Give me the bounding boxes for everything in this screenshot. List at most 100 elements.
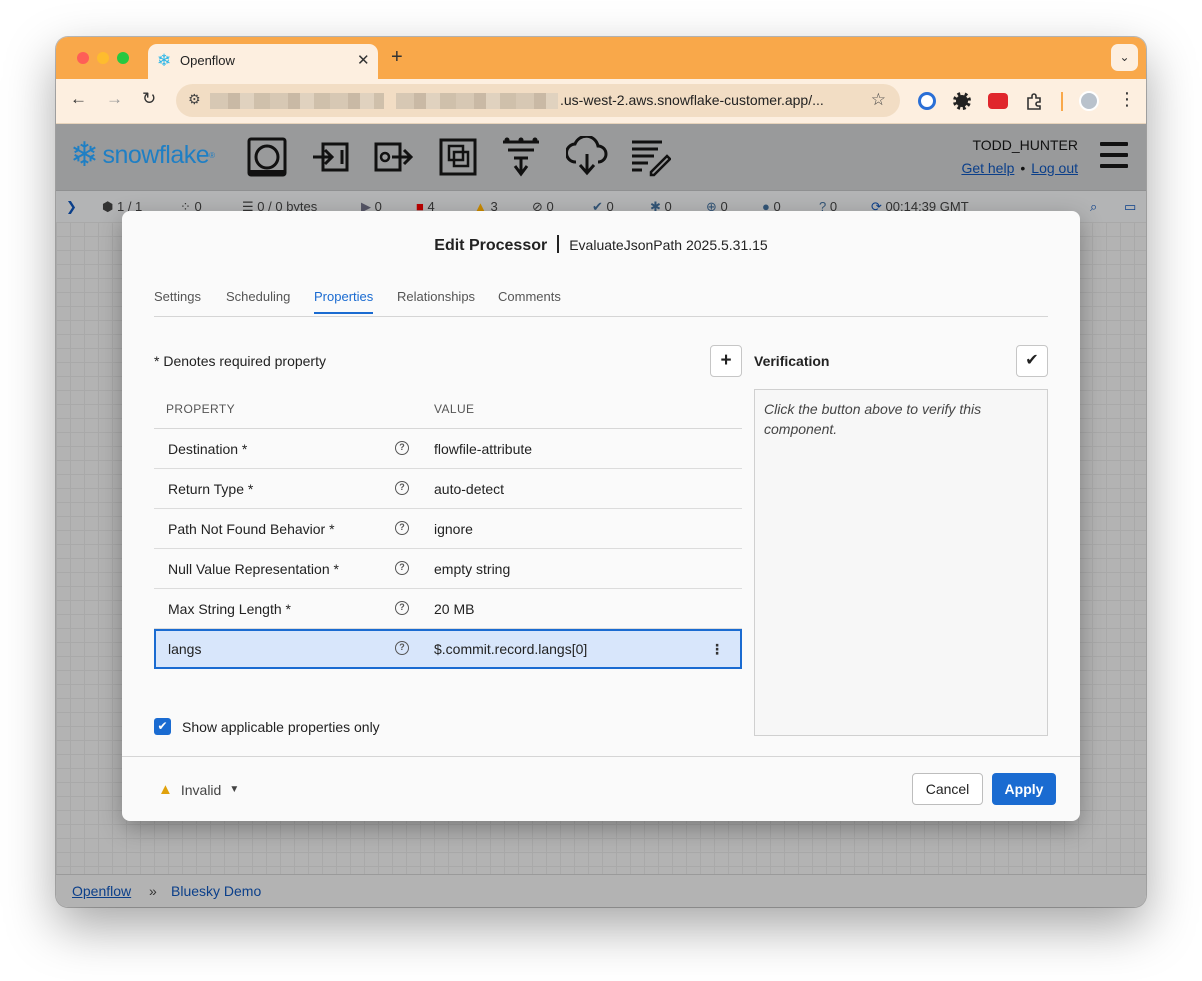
dialog-footer-divider bbox=[122, 756, 1080, 757]
tab-comments[interactable]: Comments bbox=[498, 289, 561, 312]
verify-button[interactable]: ✔ bbox=[1016, 345, 1048, 377]
help-icon[interactable]: ? bbox=[395, 561, 409, 575]
breadcrumb-root-link[interactable]: Openflow bbox=[72, 883, 131, 899]
properties-table: PROPERTY VALUE Destination * ? flowfile-… bbox=[154, 389, 742, 669]
flow-analysis-icon[interactable]: ▭ bbox=[1124, 199, 1136, 215]
help-icon[interactable]: ? bbox=[395, 441, 409, 455]
process-group-icon[interactable] bbox=[437, 136, 479, 178]
verification-title: Verification bbox=[754, 353, 830, 369]
property-value[interactable]: 20 MB bbox=[434, 601, 474, 617]
show-applicable-checkbox[interactable]: ✔ bbox=[154, 718, 171, 735]
breadcrumb: Openflow » Bluesky Demo bbox=[56, 874, 1146, 907]
label-icon[interactable] bbox=[629, 136, 671, 178]
global-menu-icon[interactable] bbox=[1100, 142, 1128, 168]
snowflake-logo[interactable]: ❄ snowflake ® bbox=[70, 138, 215, 172]
properties-table-header: PROPERTY VALUE bbox=[154, 389, 742, 429]
title-separator bbox=[557, 235, 560, 253]
funnel-icon[interactable] bbox=[566, 136, 608, 178]
header-links: Get help • Log out bbox=[961, 160, 1078, 176]
table-row[interactable]: Return Type * ? auto-detect bbox=[154, 469, 742, 509]
column-header-value: VALUE bbox=[434, 402, 475, 416]
property-value[interactable]: empty string bbox=[434, 561, 510, 577]
tab-search-chevron-icon[interactable]: ⌄ bbox=[1111, 44, 1138, 71]
plus-icon: + bbox=[720, 350, 732, 371]
toolbar-divider bbox=[1061, 92, 1063, 111]
close-window-button[interactable] bbox=[77, 52, 89, 64]
property-name: langs bbox=[168, 641, 202, 657]
extensions-puzzle-icon[interactable] bbox=[1025, 92, 1043, 110]
current-user: TODD_HUNTER bbox=[972, 137, 1078, 153]
breadcrumb-current[interactable]: Bluesky Demo bbox=[171, 883, 261, 899]
table-row[interactable]: Path Not Found Behavior * ? ignore bbox=[154, 509, 742, 549]
tab-close-icon[interactable]: ✕ bbox=[357, 51, 370, 69]
redacted-url-segment bbox=[396, 93, 558, 109]
address-bar[interactable]: ⚙ .us-west-2.aws.snowflake-customer.app/… bbox=[176, 84, 900, 117]
row-actions-kebab-icon[interactable]: ⋮ bbox=[710, 641, 724, 658]
app-header: ❄ snowflake ® TODD_HUNTER Get help • Log… bbox=[56, 124, 1146, 190]
property-name: Return Type * bbox=[168, 481, 254, 497]
remote-process-group-icon[interactable] bbox=[500, 136, 542, 178]
property-name: Destination * bbox=[168, 441, 248, 457]
show-applicable-label[interactable]: Show applicable properties only bbox=[182, 719, 380, 735]
tab-strip: ❄ Openflow ✕ + ⌄ bbox=[56, 37, 1146, 79]
table-row[interactable]: Null Value Representation * ? empty stri… bbox=[154, 549, 742, 589]
reload-icon[interactable]: ↻ bbox=[142, 89, 156, 109]
expand-navigation-icon[interactable]: ❯ bbox=[66, 199, 77, 215]
log-out-link[interactable]: Log out bbox=[1031, 160, 1078, 176]
property-name: Path Not Found Behavior * bbox=[168, 521, 335, 537]
validation-status-label: Invalid bbox=[180, 781, 222, 798]
new-tab-icon[interactable]: + bbox=[391, 46, 403, 69]
snowflake-favicon-icon: ❄ bbox=[157, 51, 172, 70]
browser-tab[interactable]: ❄ Openflow ✕ bbox=[148, 44, 378, 79]
browser-menu-icon[interactable]: ⋮ bbox=[1118, 89, 1136, 110]
caret-down-icon: ▼ bbox=[229, 784, 240, 795]
site-settings-icon[interactable]: ⚙ bbox=[188, 91, 201, 108]
help-icon[interactable]: ? bbox=[395, 641, 409, 655]
tab-settings[interactable]: Settings bbox=[154, 289, 201, 312]
trademark-mark: ® bbox=[209, 150, 216, 160]
warning-triangle-icon: ▲ bbox=[158, 781, 173, 798]
minimize-window-button[interactable] bbox=[97, 52, 109, 64]
back-arrow-icon[interactable]: ← bbox=[70, 89, 87, 109]
bookmark-star-icon[interactable]: ☆ bbox=[871, 90, 886, 110]
cancel-button[interactable]: Cancel bbox=[912, 773, 983, 805]
table-row-selected[interactable]: langs ? $.commit.record.langs[0] ⋮ bbox=[154, 629, 742, 669]
property-name: Max String Length * bbox=[168, 601, 291, 617]
output-port-icon[interactable] bbox=[372, 136, 414, 178]
get-help-link[interactable]: Get help bbox=[961, 160, 1014, 176]
redacted-url-segment bbox=[210, 93, 384, 109]
required-property-note: * Denotes required property bbox=[154, 353, 326, 369]
password-manager-icon[interactable] bbox=[918, 92, 936, 110]
maximize-window-button[interactable] bbox=[117, 52, 129, 64]
help-icon[interactable]: ? bbox=[395, 481, 409, 495]
add-property-button[interactable]: + bbox=[710, 345, 742, 377]
property-value[interactable]: $.commit.record.langs[0] bbox=[434, 641, 587, 657]
property-value[interactable]: flowfile-attribute bbox=[434, 441, 532, 457]
edit-processor-dialog: Edit Processor EvaluateJsonPath 2025.5.31… bbox=[122, 211, 1080, 821]
show-applicable-checkbox-row[interactable]: ✔ Show applicable properties only bbox=[154, 718, 380, 735]
validation-status-dropdown[interactable]: ▲ Invalid ▼ bbox=[158, 781, 239, 798]
tab-title: Openflow bbox=[180, 53, 235, 68]
tab-scheduling[interactable]: Scheduling bbox=[226, 289, 290, 312]
processor-icon[interactable] bbox=[246, 136, 288, 178]
tab-properties[interactable]: Properties bbox=[314, 289, 374, 314]
property-value[interactable]: ignore bbox=[434, 521, 473, 537]
input-port-icon[interactable] bbox=[309, 136, 351, 178]
youtube-extension-icon[interactable] bbox=[988, 93, 1008, 109]
profile-avatar[interactable] bbox=[1079, 91, 1099, 111]
search-icon[interactable]: ⌕ bbox=[1090, 199, 1097, 215]
processor-type-version: EvaluateJsonPath 2025.5.31.15 bbox=[569, 237, 768, 253]
verification-panel: Click the button above to verify this co… bbox=[754, 389, 1048, 736]
apply-button[interactable]: Apply bbox=[992, 773, 1056, 805]
extension-sun-icon[interactable] bbox=[953, 92, 971, 110]
help-icon[interactable]: ? bbox=[395, 521, 409, 535]
help-icon[interactable]: ? bbox=[395, 601, 409, 615]
snowflake-logo-icon: ❄ bbox=[70, 136, 99, 174]
table-row[interactable]: Destination * ? flowfile-attribute bbox=[154, 429, 742, 469]
property-value[interactable]: auto-detect bbox=[434, 481, 504, 497]
forward-arrow-icon[interactable]: → bbox=[106, 89, 123, 109]
process-groups-icon: ⬢ bbox=[102, 199, 114, 214]
tab-relationships[interactable]: Relationships bbox=[397, 289, 475, 312]
table-row[interactable]: Max String Length * ? 20 MB bbox=[154, 589, 742, 629]
brand-name: snowflake bbox=[102, 140, 210, 169]
